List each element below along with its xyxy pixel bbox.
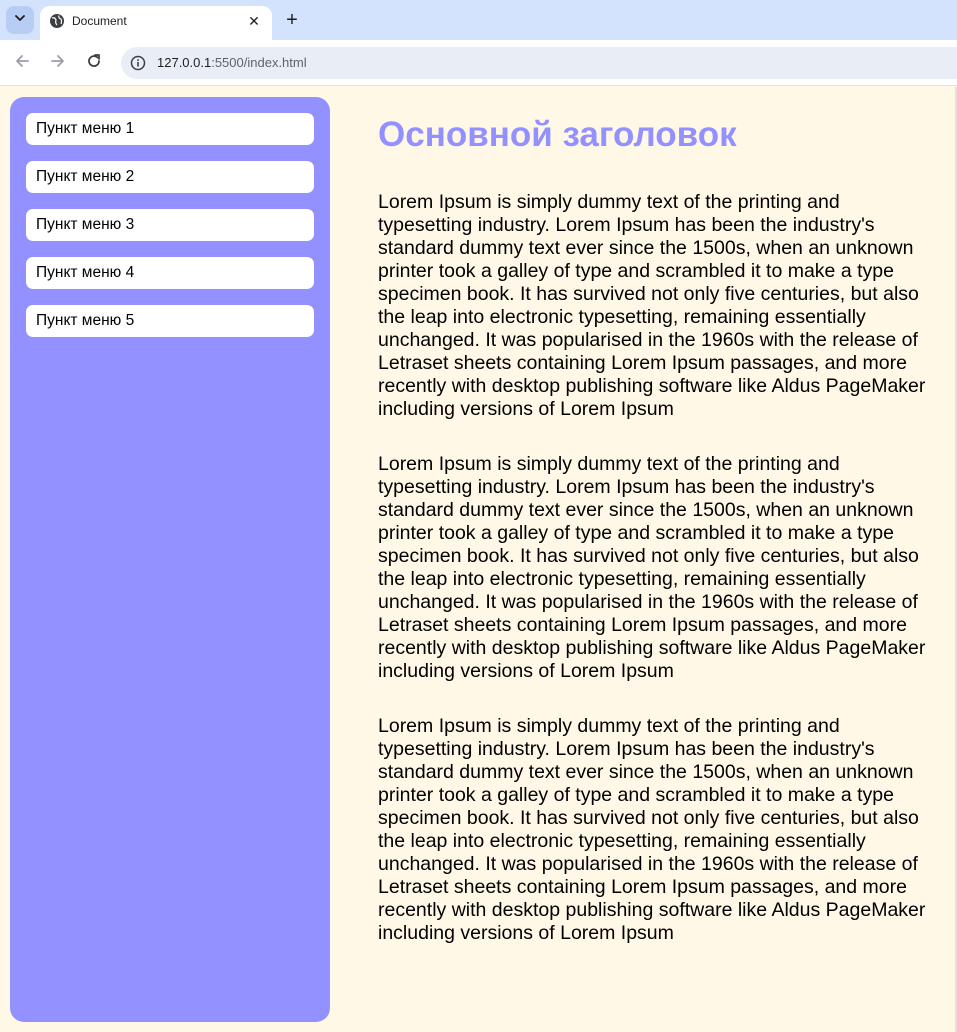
- page-viewport: Пункт меню 1 Пункт меню 2 Пункт меню 3 П…: [0, 87, 955, 1032]
- info-icon[interactable]: [128, 53, 148, 73]
- back-button[interactable]: [10, 51, 34, 75]
- url-text[interactable]: 127.0.0.1:5500/index.html: [157, 55, 307, 70]
- address-bar[interactable]: 127.0.0.1:5500/index.html: [121, 47, 957, 79]
- menu-item-3[interactable]: Пункт меню 3: [26, 209, 314, 241]
- menu-item-2[interactable]: Пункт меню 2: [26, 161, 314, 193]
- globe-icon: [49, 13, 65, 29]
- forward-button[interactable]: [46, 51, 70, 75]
- paragraph-1: Lorem Ipsum is simply dummy text of the …: [378, 191, 926, 420]
- browser-tab-document[interactable]: Document ✕: [40, 6, 272, 40]
- url-path: :5500/index.html: [211, 55, 307, 70]
- browser-toolbar: 127.0.0.1:5500/index.html: [0, 40, 957, 86]
- reload-button[interactable]: [82, 51, 106, 75]
- browser-tab-bar: Document ✕ +: [0, 0, 957, 40]
- close-tab-button[interactable]: ✕: [244, 11, 264, 31]
- url-host: 127.0.0.1: [157, 55, 212, 70]
- menu-item-1[interactable]: Пункт меню 1: [26, 113, 314, 145]
- menu-item-5[interactable]: Пункт меню 5: [26, 305, 314, 337]
- chevron-down-icon: [14, 11, 26, 29]
- back-arrow-icon: [14, 53, 30, 74]
- page-title: Основной заголовок: [378, 115, 737, 154]
- reload-icon: [86, 53, 102, 74]
- close-icon: ✕: [248, 12, 260, 29]
- tab-search-button[interactable]: [6, 6, 34, 34]
- paragraph-3: Lorem Ipsum is simply dummy text of the …: [378, 715, 926, 944]
- new-tab-button[interactable]: +: [280, 8, 304, 32]
- tab-title: Document: [72, 14, 127, 28]
- sidebar-menu: Пункт меню 1 Пункт меню 2 Пункт меню 3 П…: [26, 113, 314, 353]
- plus-icon: +: [286, 8, 298, 31]
- main-content: Основной заголовок Lorem Ipsum is simply…: [378, 115, 938, 945]
- paragraph-2: Lorem Ipsum is simply dummy text of the …: [378, 453, 926, 682]
- menu-item-4[interactable]: Пункт меню 4: [26, 257, 314, 289]
- sidebar: Пункт меню 1 Пункт меню 2 Пункт меню 3 П…: [10, 97, 330, 1022]
- forward-arrow-icon: [50, 53, 66, 74]
